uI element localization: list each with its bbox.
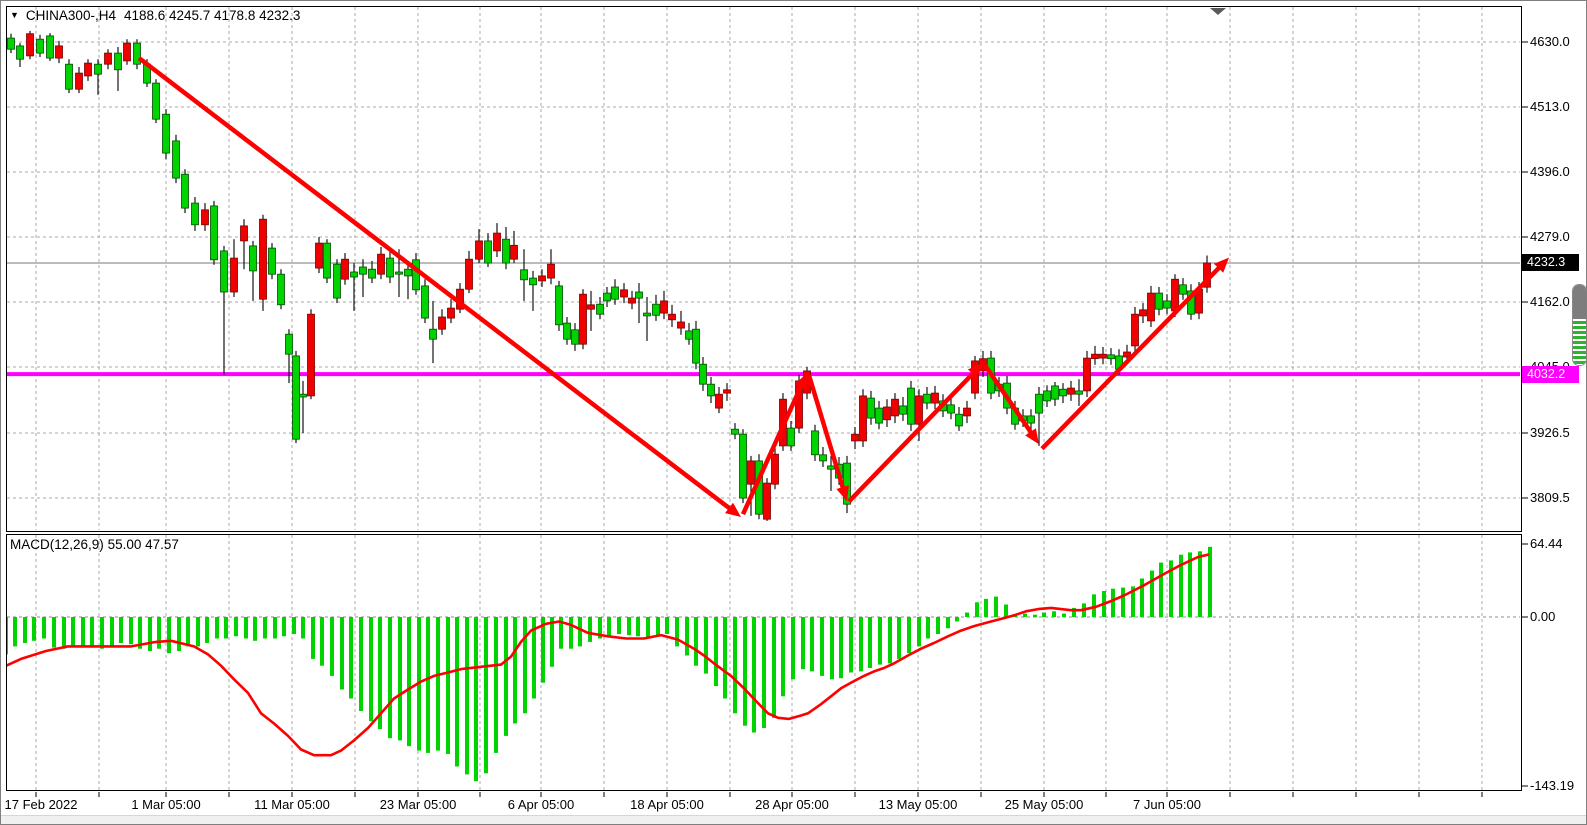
time-axis-label: 18 Apr 05:00 [630, 797, 704, 812]
macd-values: 55.00 47.57 [108, 537, 179, 552]
time-axis-label: 13 May 05:00 [879, 797, 958, 812]
price-axis-label: 4396.0 [1530, 164, 1570, 179]
macd-axis-label: -143.19 [1530, 778, 1574, 793]
symbol-title: CHINA300-,H4 [26, 8, 116, 23]
time-axis-label: 25 May 05:00 [1005, 797, 1084, 812]
time-axis-label: 6 Apr 05:00 [508, 797, 575, 812]
chart-canvas[interactable] [1, 1, 1587, 825]
header-ohlc: 4188.6 4245.7 4178.8 4232.3 [124, 8, 300, 23]
scrollbar-thumb[interactable] [1572, 284, 1587, 366]
scrollbar-grip [1573, 285, 1586, 319]
macd-label: MACD(12,26,9) [10, 537, 104, 552]
hline-price-tag: 4032.2 [1522, 366, 1579, 383]
price-axis-label: 4513.0 [1530, 99, 1570, 114]
price-axis-label: 4162.0 [1530, 294, 1570, 309]
time-axis-label: 7 Jun 05:00 [1133, 797, 1201, 812]
chart-window: ▼ CHINA300-,H4 4188.6 4245.7 4178.8 4232.3… [0, 0, 1587, 825]
time-axis-label: 17 Feb 2022 [4, 797, 77, 812]
time-axis-label: 11 Mar 05:00 [254, 797, 330, 812]
time-axis-label: 1 Mar 05:00 [131, 797, 200, 812]
chart-header: ▼ CHINA300-,H4 4188.6 4245.7 4178.8 4232.3 [10, 8, 300, 23]
scrollbar-stripes-icon [1573, 319, 1586, 365]
price-axis-label: 3809.5 [1530, 490, 1570, 505]
time-axis-label: 23 Mar 05:00 [380, 797, 457, 812]
time-axis-label: 28 Apr 05:00 [755, 797, 829, 812]
macd-header: MACD(12,26,9) 55.00 47.57 [10, 537, 179, 552]
current-price-tag: 4232.3 [1522, 254, 1579, 271]
price-axis-label: 4279.0 [1530, 229, 1570, 244]
macd-axis-label: 64.44 [1530, 536, 1563, 551]
price-axis-label: 3926.5 [1530, 425, 1570, 440]
price-axis-label: 4630.0 [1530, 34, 1570, 49]
macd-axis-label: 0.00 [1530, 609, 1555, 624]
window-bottom-frame [1, 815, 1587, 825]
symbol-dropdown-icon: ▼ [10, 10, 19, 20]
